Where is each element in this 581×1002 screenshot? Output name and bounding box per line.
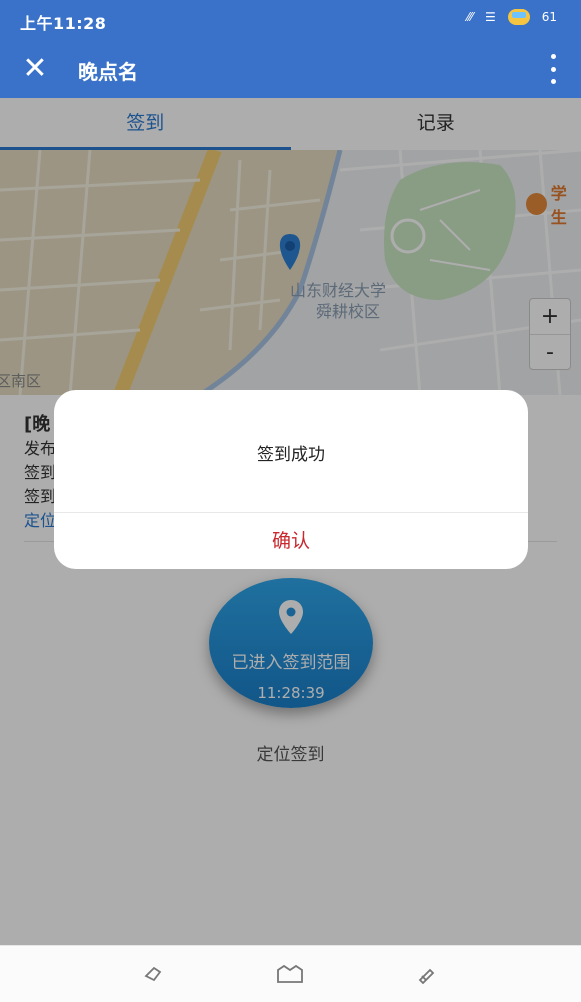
page-title: 晚点名 [78,60,138,84]
more-menu-icon[interactable] [547,54,559,84]
confirm-button[interactable]: 确认 [54,513,528,569]
signal-icon: ⁄⁄⁄ [466,10,473,24]
status-time: 上午11:28 [20,14,107,33]
recent-icon[interactable] [414,964,436,984]
success-dialog: 签到成功 确认 [54,390,528,569]
app-bar: ✕ 晚点名 [0,40,581,98]
status-bar: 上午11:28 ⁄⁄⁄ ☰ 61 [0,0,581,40]
battery-icon [507,9,530,25]
battery-level: 61 [541,10,557,24]
back-icon[interactable] [142,964,164,984]
bottom-bar [0,945,581,1002]
dialog-message: 签到成功 [257,445,325,465]
close-icon[interactable]: ✕ [18,52,52,86]
wifi-icon: ☰ [484,10,496,24]
status-icons: ⁄⁄⁄ ☰ 61 [467,9,557,25]
home-icon[interactable] [276,964,304,984]
